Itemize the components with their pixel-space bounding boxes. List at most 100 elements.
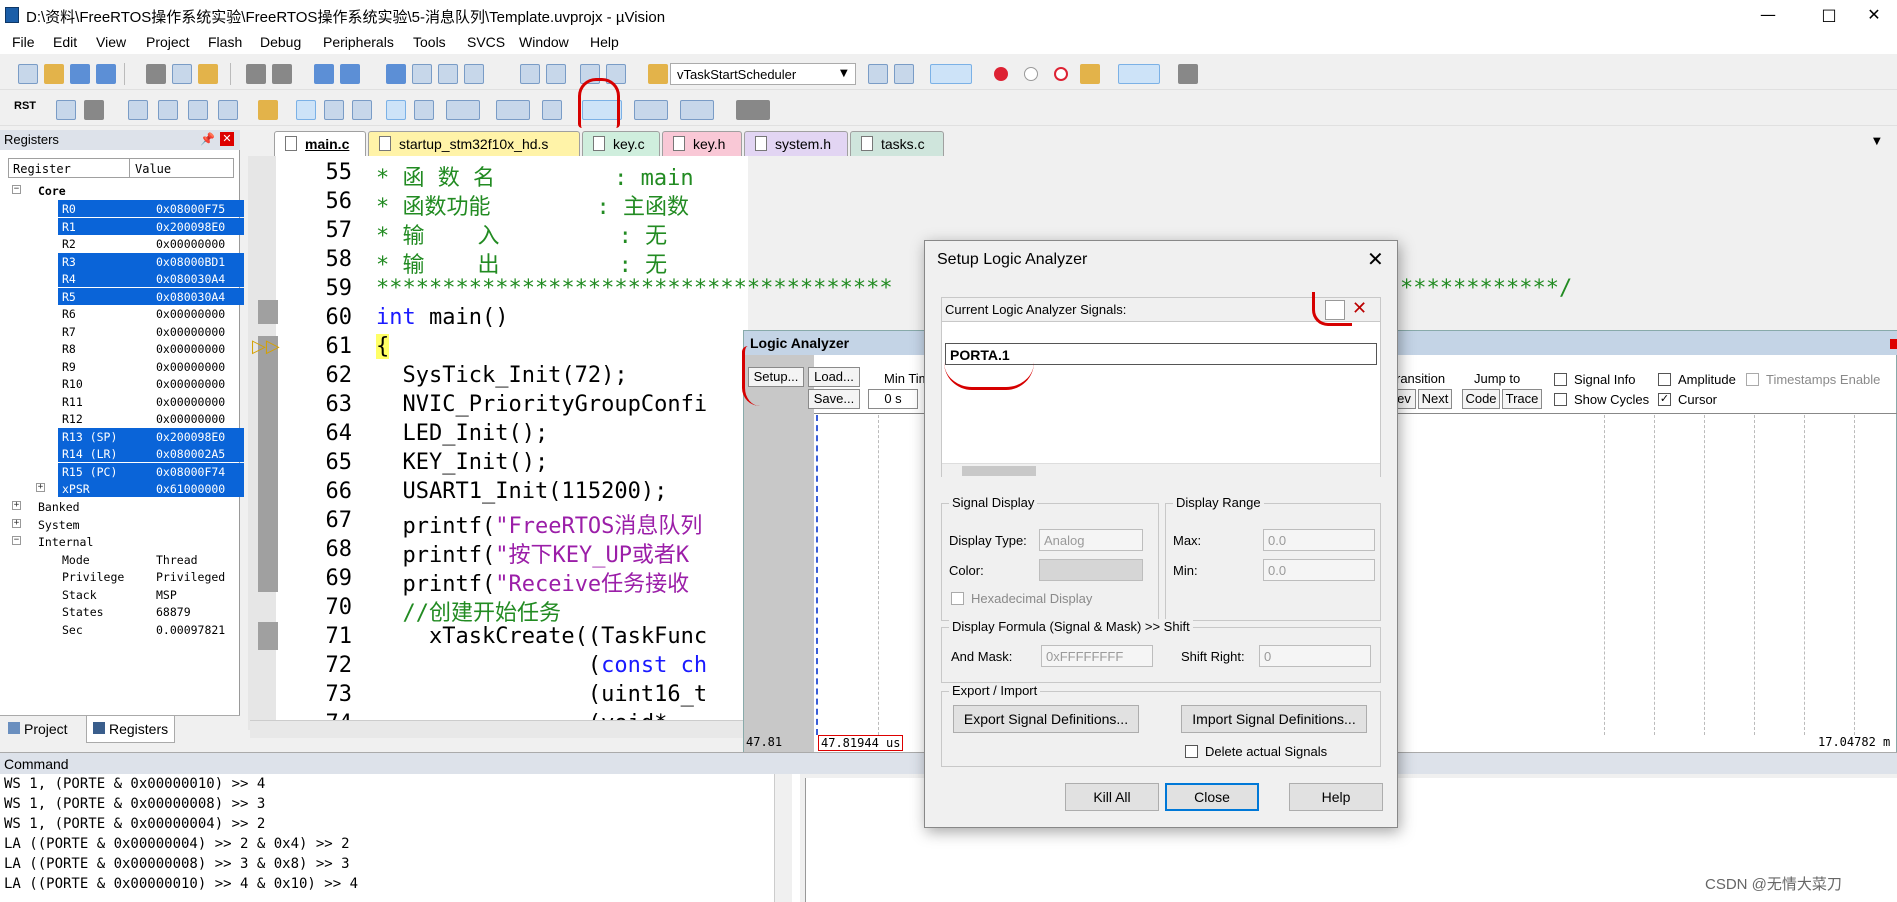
register-row[interactable]: + xPSR 0x61000000	[10, 480, 244, 498]
column-divider[interactable]	[129, 158, 130, 178]
function-combo[interactable]: vTaskStartScheduler	[670, 63, 856, 85]
new-file-icon[interactable]	[18, 64, 38, 84]
run-to-cursor-icon[interactable]	[218, 100, 238, 120]
menu-edit[interactable]: Edit	[53, 34, 77, 50]
timestamps-checkbox[interactable]	[1746, 373, 1759, 386]
debug-session-icon[interactable]	[930, 64, 972, 84]
min-field[interactable]: 0.0	[1263, 559, 1375, 581]
register-row[interactable]: Mode Thread	[10, 551, 236, 569]
breakpoint-disable-icon[interactable]	[1054, 67, 1068, 81]
expand-icon[interactable]: +	[12, 501, 21, 510]
la-close-icon[interactable]	[1890, 339, 1897, 349]
window-layout-icon[interactable]	[1118, 64, 1160, 84]
tab-key-c[interactable]: key.c	[582, 131, 660, 156]
trace-window-icon[interactable]	[634, 100, 668, 120]
call-stack-window-icon[interactable]	[414, 100, 434, 120]
amplitude-checkbox[interactable]	[1658, 373, 1671, 386]
import-signals-button[interactable]: Import Signal Definitions...	[1181, 705, 1367, 733]
command-output[interactable]: WS 1, (PORTE & 0x00000010) >> 4 WS 1, (P…	[0, 774, 800, 902]
code-line[interactable]: * 函 数 名 : main	[376, 160, 694, 192]
menu-debug[interactable]: Debug	[260, 34, 301, 50]
code-line[interactable]: LED_Init();	[376, 421, 548, 446]
register-row[interactable]: R10 0x00000000	[10, 375, 236, 393]
find-icon[interactable]	[868, 64, 888, 84]
register-row[interactable]: R0 0x08000F75	[10, 200, 244, 218]
tab-main-c[interactable]: main.c	[274, 131, 366, 156]
incremental-find-icon[interactable]	[894, 64, 914, 84]
expand-icon[interactable]: +	[36, 483, 45, 492]
register-row[interactable]: R6 0x00000000	[10, 305, 236, 323]
code-line[interactable]: NVIC_PriorityGroupConfi	[376, 392, 707, 417]
register-row[interactable]: R12 0x00000000	[10, 410, 236, 428]
menu-file[interactable]: File	[12, 34, 35, 50]
display-type-select[interactable]: Analog	[1039, 529, 1143, 551]
register-row[interactable]: States 68879	[10, 603, 236, 621]
prev-bookmark-icon[interactable]	[412, 64, 432, 84]
cut-icon[interactable]	[146, 64, 166, 84]
code-line[interactable]: xTaskCreate((TaskFunc	[376, 624, 707, 649]
collapse-icon[interactable]: −	[12, 536, 21, 545]
breakpoint-insert-icon[interactable]	[994, 67, 1008, 81]
serial-window-icon[interactable]	[542, 100, 562, 120]
register-row[interactable]: R8 0x00000000	[10, 340, 236, 358]
show-cycles-checkbox[interactable]	[1554, 393, 1567, 406]
chevron-down-icon[interactable]: ▼	[840, 68, 848, 79]
la-save-button[interactable]: Save...	[808, 389, 860, 409]
cursor-checkbox[interactable]: ✓	[1658, 393, 1671, 406]
menu-help[interactable]: Help	[590, 34, 619, 50]
code-line[interactable]: * 输 出 : 无	[376, 247, 667, 279]
reset-button[interactable]: RST	[14, 100, 36, 112]
la-next-button[interactable]: Next	[1418, 389, 1452, 409]
la-trace-button[interactable]: Trace	[1502, 389, 1542, 409]
command-vertical-scrollbar[interactable]	[774, 774, 792, 902]
registers-window-icon[interactable]	[386, 100, 406, 120]
open-folder-icon[interactable]	[44, 64, 64, 84]
max-field[interactable]: 0.0	[1263, 529, 1375, 551]
code-line[interactable]: (const ch	[376, 653, 707, 678]
code-line[interactable]: SysTick_Init(72);	[376, 363, 627, 388]
delete-signal-icon[interactable]: ✕	[1352, 298, 1367, 319]
configure-wrench-icon[interactable]	[1178, 64, 1198, 84]
undo-icon[interactable]	[246, 64, 266, 84]
code-line[interactable]: printf("按下KEY_UP或者K	[376, 537, 689, 569]
register-row[interactable]: R14 (LR) 0x080002A5	[10, 445, 244, 463]
navigate-forward-icon[interactable]	[340, 64, 360, 84]
save-icon[interactable]	[70, 64, 90, 84]
symbols-window-icon[interactable]	[352, 100, 372, 120]
code-line[interactable]: * 输 入 : 无	[376, 218, 667, 250]
maximize-button[interactable]: □	[1806, 0, 1852, 30]
code-line[interactable]: printf("Receive任务接收	[376, 566, 689, 598]
code-line[interactable]: {	[376, 334, 390, 359]
watch-window-icon[interactable]	[446, 100, 480, 120]
system-viewer-icon[interactable]	[680, 100, 714, 120]
register-row[interactable]: Stack MSP	[10, 586, 236, 604]
close-icon[interactable]: ✕	[220, 132, 234, 146]
close-window-button[interactable]: ✕	[1851, 0, 1897, 30]
collapse-icon[interactable]: −	[12, 185, 21, 194]
register-row[interactable]: R5 0x080030A4	[10, 287, 244, 306]
navigate-back-icon[interactable]	[314, 64, 334, 84]
la-code-button[interactable]: Code	[1462, 389, 1500, 409]
clear-bookmarks-icon[interactable]	[464, 64, 484, 84]
register-row[interactable]: R15 (PC) 0x08000F74	[10, 462, 244, 481]
code-line[interactable]: (void*	[376, 711, 667, 720]
run-icon[interactable]	[56, 100, 76, 120]
breakpoint-kill-icon[interactable]	[1080, 64, 1100, 84]
paste-icon[interactable]	[198, 64, 218, 84]
delete-signals-checkbox[interactable]	[1185, 745, 1198, 758]
indent-icon[interactable]	[520, 64, 540, 84]
save-all-icon[interactable]	[96, 64, 116, 84]
menu-window[interactable]: Window	[519, 34, 569, 50]
register-row[interactable]: R1 0x200098E0	[10, 217, 244, 236]
step-over-icon[interactable]	[158, 100, 178, 120]
register-row[interactable]: R4 0x080030A4	[10, 270, 244, 288]
step-out-icon[interactable]	[188, 100, 208, 120]
register-row[interactable]: R2 0x00000000	[10, 235, 236, 253]
register-row[interactable]: R11 0x00000000	[10, 393, 236, 411]
step-into-icon[interactable]	[128, 100, 148, 120]
close-button[interactable]: Close	[1165, 783, 1259, 811]
tab-key-h[interactable]: key.h	[662, 131, 742, 156]
la-load-button[interactable]: Load...	[808, 367, 860, 387]
menu-flash[interactable]: Flash	[208, 34, 242, 50]
next-bookmark-icon[interactable]	[438, 64, 458, 84]
